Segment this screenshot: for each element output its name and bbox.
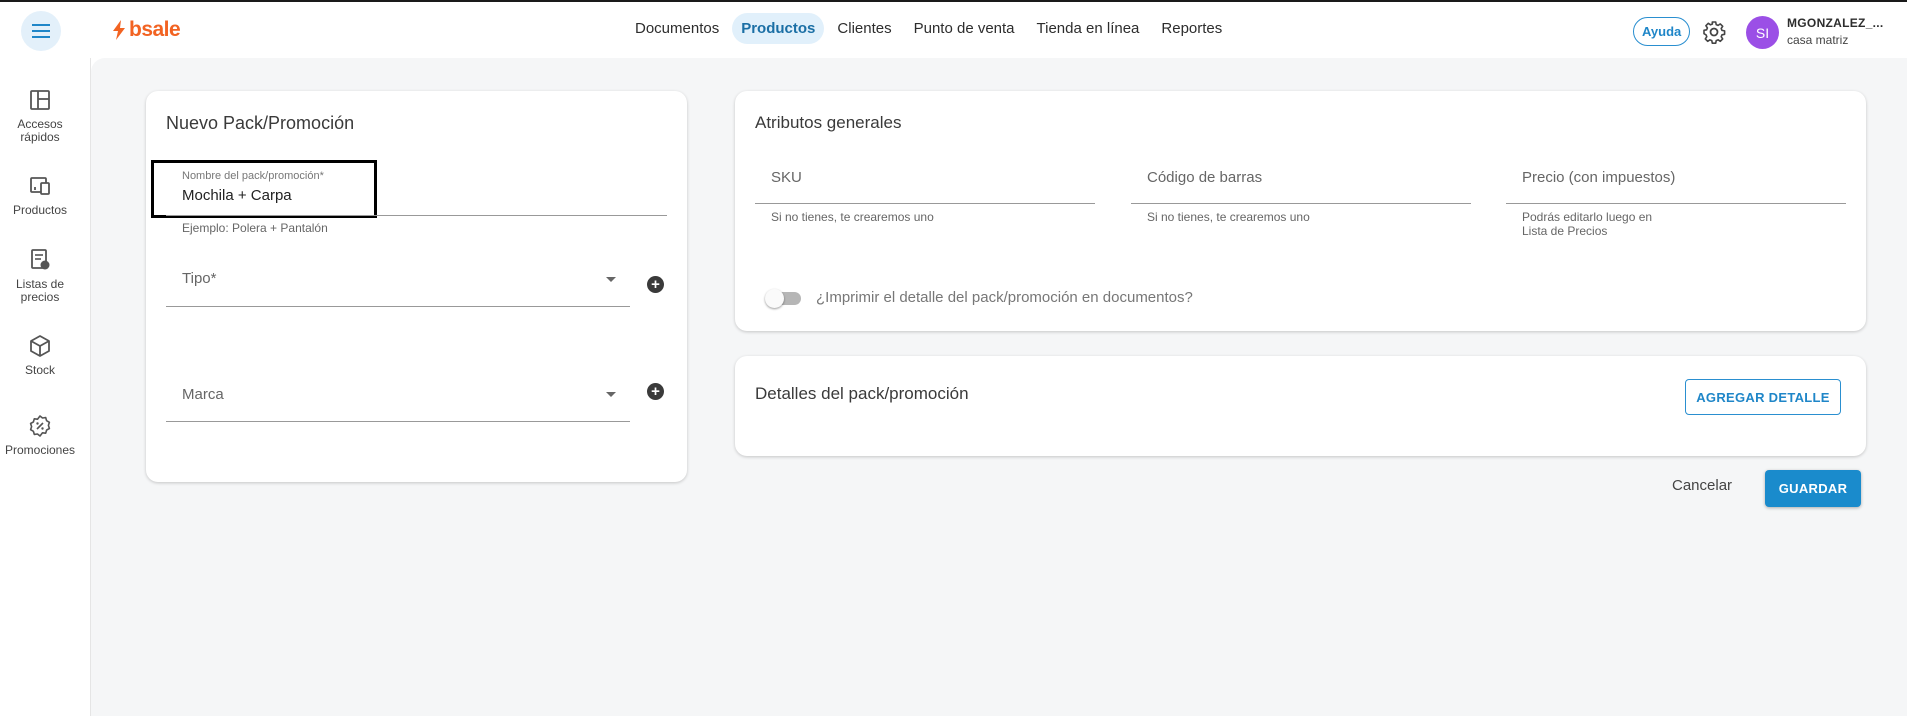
nav-reportes[interactable]: Reportes (1152, 13, 1231, 44)
type-underline (166, 306, 630, 307)
cancel-button[interactable]: Cancelar (1672, 477, 1732, 494)
sidebar-item-accesos-rapidos[interactable]: Accesos rápidos (0, 88, 80, 144)
help-button[interactable]: Ayuda (1633, 17, 1691, 46)
price-input[interactable]: Precio (con impuestos) (1522, 169, 1675, 186)
type-select[interactable]: Tipo* (182, 270, 216, 287)
promotion-icon (29, 415, 51, 437)
sidebar-item-label-2: precios (20, 290, 60, 304)
barcode-hint: Si no tienes, te crearemos uno (1147, 210, 1310, 224)
hamburger-menu-button[interactable] (21, 11, 61, 51)
user-name[interactable]: MGONZALEZ_... (1787, 16, 1884, 30)
print-detail-toggle[interactable] (765, 289, 801, 308)
bolt-logo-icon (113, 20, 125, 40)
add-type-button[interactable]: + (647, 276, 664, 293)
nav-punto-de-venta[interactable]: Punto de venta (905, 13, 1024, 44)
pack-form-card (146, 91, 687, 482)
sku-hint: Si no tienes, te crearemos uno (771, 210, 934, 224)
sidebar-item-listas-de-precios[interactable]: Listas de precios (0, 248, 80, 304)
print-detail-label: ¿Imprimir el detalle del pack/promoción … (816, 289, 1193, 306)
price-list-icon (31, 249, 50, 270)
logo-text: bsale (129, 18, 181, 41)
brand-select[interactable]: Marca (182, 386, 224, 403)
nav-clientes[interactable]: Clientes (828, 13, 900, 44)
sidebar-item-stock[interactable]: Stock (0, 334, 80, 377)
barcode-underline (1131, 203, 1471, 204)
toggle-knob (765, 289, 784, 308)
sidebar-item-label: Listas de (15, 277, 65, 291)
details-title: Detalles del pack/promoción (755, 384, 969, 403)
brand-underline (166, 421, 630, 422)
nav-productos[interactable]: Productos (732, 13, 825, 44)
dashboard-icon (30, 90, 50, 110)
menu-icon (32, 24, 50, 38)
pack-name-input[interactable]: Mochila + Carpa (182, 187, 292, 204)
sidebar-item-label: Stock (24, 363, 55, 377)
sidebar-item-label: Accesos (17, 117, 63, 131)
pack-name-hint: Ejemplo: Polera + Pantalón (182, 221, 328, 235)
nav-tienda-en-linea[interactable]: Tienda en línea (1028, 13, 1149, 44)
price-hint-line-1: Podrás editarlo luego en (1522, 210, 1653, 224)
page-title: Nuevo Pack/Promoción (166, 113, 355, 133)
chevron-down-icon[interactable] (606, 392, 616, 397)
price-underline (1506, 203, 1846, 204)
pack-name-label: Nombre del pack/promoción* (182, 170, 324, 182)
add-detail-button[interactable]: AGREGAR DETALLE (1685, 379, 1841, 415)
chevron-down-icon[interactable] (606, 277, 616, 282)
bsale-logo[interactable]: bsale (112, 18, 181, 42)
sidebar-item-productos[interactable]: Productos (0, 174, 80, 217)
avatar[interactable]: SI (1746, 16, 1779, 49)
pack-name-underline (166, 215, 667, 216)
attributes-title: Atributos generales (755, 113, 902, 132)
sidebar-item-label: Productos (12, 203, 68, 217)
price-hint-line-2: Lista de Precios (1522, 224, 1608, 238)
gear-icon[interactable] (1702, 20, 1726, 44)
sku-underline (755, 203, 1095, 204)
sidebar-item-promociones[interactable]: Promociones (0, 414, 80, 457)
app-header: bsale Documentos Productos Clientes Punt… (0, 2, 1907, 58)
sidebar: Accesos rápidos Productos Listas de prec… (0, 58, 91, 716)
nav-documentos[interactable]: Documentos (626, 13, 728, 44)
barcode-input[interactable]: Código de barras (1147, 169, 1262, 186)
products-icon (30, 177, 50, 195)
user-branch: casa matriz (1787, 33, 1849, 47)
main-nav: Documentos Productos Clientes Punto de v… (626, 13, 1231, 44)
cube-icon (30, 335, 50, 357)
price-hint: Podrás editarlo luego en Lista de Precio… (1522, 210, 1652, 238)
sidebar-item-label-2: rápidos (20, 130, 60, 144)
save-button[interactable]: GUARDAR (1765, 470, 1861, 507)
sidebar-item-label: Promociones (4, 443, 76, 457)
sku-input[interactable]: SKU (771, 169, 802, 186)
add-brand-button[interactable]: + (647, 383, 664, 400)
